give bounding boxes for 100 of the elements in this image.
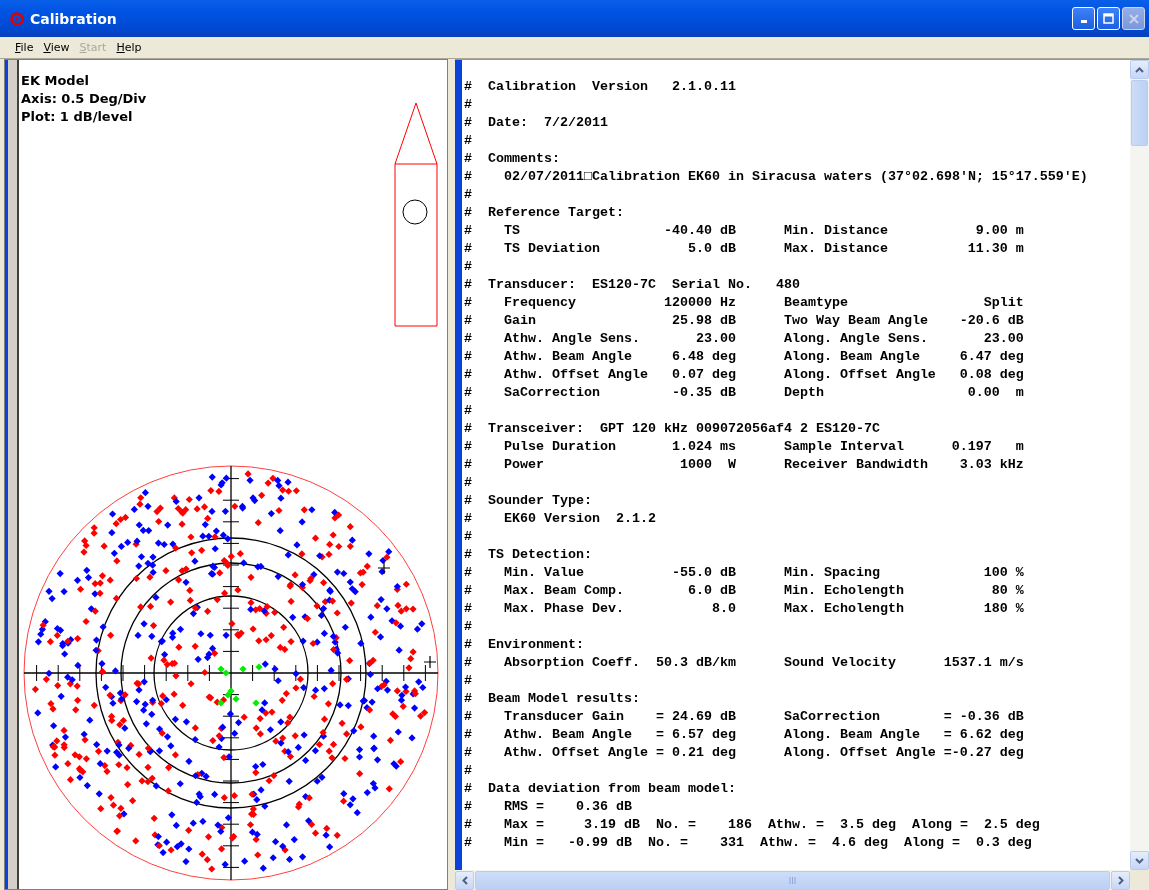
field-label: Power xyxy=(504,456,544,474)
field-label: Two Way Beam Angle xyxy=(783,312,928,330)
report-heading: Data deviation from beam model: xyxy=(488,780,736,798)
field-label: Depth xyxy=(783,384,824,402)
field-value: Split xyxy=(983,294,1024,312)
field-value: = -0.36 dB xyxy=(943,708,1024,726)
grip-icon xyxy=(788,876,797,884)
field-value: = 0.21 deg xyxy=(655,744,736,762)
field-value: 23.00 xyxy=(983,330,1024,348)
field-value: = 6.62 deg xyxy=(943,726,1024,744)
line-marker: # xyxy=(464,780,473,798)
line-marker: # xyxy=(464,294,473,312)
field-label: TS xyxy=(504,222,520,240)
report-heading: Reference Target: xyxy=(488,204,624,222)
field-label: Gain xyxy=(504,312,536,330)
report-text: 02/07/2011□Calibration EK60 in Siracusa waters (37°02.698′N; 15°17.559′E) xyxy=(504,168,1088,186)
line-marker: # xyxy=(464,186,473,204)
field-value: 50.3 dB/km xyxy=(655,654,736,672)
scroll-down-button[interactable] xyxy=(1130,851,1149,870)
close-icon xyxy=(1128,13,1139,24)
field-value: 25.98 dB xyxy=(671,312,736,330)
field-label: Absorption Coeff. xyxy=(504,654,640,672)
line-marker: # xyxy=(464,528,473,546)
line-marker: # xyxy=(464,492,473,510)
line-marker: # xyxy=(464,690,473,708)
field-value: 100 % xyxy=(983,564,1024,582)
menu-item[interactable]: File xyxy=(12,41,37,54)
field-value: 6.47 deg xyxy=(959,348,1024,366)
field-label: Sound Velocity xyxy=(783,654,896,672)
field-value: 23.00 xyxy=(695,330,736,348)
line-marker: # xyxy=(464,240,473,258)
line-marker: # xyxy=(464,456,473,474)
field-value: 120000 Hz xyxy=(663,294,736,312)
line-marker: # xyxy=(464,402,473,420)
field-value: = 6.57 deg xyxy=(655,726,736,744)
field-value: 180 % xyxy=(983,600,1024,618)
scroll-right-button[interactable] xyxy=(1111,870,1130,890)
menu-item[interactable]: View xyxy=(40,41,73,54)
report-heading: Sounder Type: xyxy=(488,492,592,510)
report-heading: Environment: xyxy=(488,636,584,654)
field-label: Receiver Bandwidth xyxy=(783,456,928,474)
field-label: SaCorrection xyxy=(504,384,600,402)
scroll-left-button[interactable] xyxy=(455,870,474,890)
field-label: Athw. Angle Sens. xyxy=(504,330,640,348)
scroll-up-button[interactable] xyxy=(1130,60,1149,79)
report-text: EK60 Version 2.1.2 xyxy=(504,510,656,528)
field-value: 80 % xyxy=(991,582,1024,600)
field-value: 6.0 dB xyxy=(687,582,736,600)
field-label: Min. Echolength xyxy=(783,582,904,600)
line-marker: # xyxy=(464,78,473,96)
report-heading: Transceiver: GPT 120 kHz 009072056af4 2 ES120-7C xyxy=(488,420,880,438)
line-marker: # xyxy=(464,510,473,528)
chevron-up-icon xyxy=(1135,66,1144,73)
field-label: Along. Beam Angle xyxy=(783,726,920,744)
field-label: Frequency xyxy=(504,294,576,312)
field-label: Sample Interval xyxy=(783,438,904,456)
line-marker: # xyxy=(464,330,473,348)
report-heading: Comments: xyxy=(488,150,560,168)
scroll-thumb[interactable] xyxy=(1131,80,1148,146)
field-value: 0.07 deg xyxy=(671,366,736,384)
field-label: SaCorrection xyxy=(783,708,880,726)
minimize-button[interactable] xyxy=(1072,7,1095,30)
field-value: 9.00 m xyxy=(975,222,1024,240)
field-label: Max. Echolength xyxy=(783,600,904,618)
report-heading: Date: 7/2/2011 xyxy=(488,114,608,132)
field-value: -20.6 dB xyxy=(959,312,1024,330)
field-value: 3.03 kHz xyxy=(959,456,1024,474)
field-label: Min. Spacing xyxy=(783,564,880,582)
field-label: Along. Offset Angle xyxy=(783,366,936,384)
field-value: -40.40 dB xyxy=(663,222,736,240)
menu-item[interactable]: Help xyxy=(113,41,145,54)
field-label: Beamtype xyxy=(783,294,848,312)
field-value: 8.0 xyxy=(711,600,736,618)
line-marker: # xyxy=(464,834,473,852)
field-label: Along. Angle Sens. xyxy=(783,330,928,348)
line-marker: # xyxy=(464,726,473,744)
plot-info-text: Plot: 1 dB/level xyxy=(21,108,134,126)
field-value: -55.0 dB xyxy=(671,564,736,582)
field-value: 6.48 deg xyxy=(671,348,736,366)
report-heading: TS Detection: xyxy=(488,546,592,564)
field-value: = 24.69 dB xyxy=(655,708,736,726)
line-marker: # xyxy=(464,114,473,132)
line-marker: # xyxy=(464,258,473,276)
field-value: 0.08 deg xyxy=(959,366,1024,384)
maximize-button[interactable] xyxy=(1097,7,1120,30)
field-value: 0.197 m xyxy=(951,438,1024,456)
field-label: Max. Beam Comp. xyxy=(504,582,624,600)
line-marker: # xyxy=(464,744,473,762)
report-text: Min = -0.99 dB No. = 331 Athw. = 4.6 deg Along = 0.3 deg xyxy=(504,834,1032,852)
line-marker: # xyxy=(464,618,473,636)
line-marker: # xyxy=(464,96,473,114)
maximize-icon xyxy=(1103,13,1114,24)
line-marker: # xyxy=(464,762,473,780)
field-label: Min. Distance xyxy=(783,222,888,240)
line-marker: # xyxy=(464,438,473,456)
line-marker: # xyxy=(464,222,473,240)
field-value: 11.30 m xyxy=(967,240,1024,258)
field-label: Max. Phase Dev. xyxy=(504,600,624,618)
field-value: 1.024 ms xyxy=(671,438,736,456)
line-marker: # xyxy=(464,348,473,366)
